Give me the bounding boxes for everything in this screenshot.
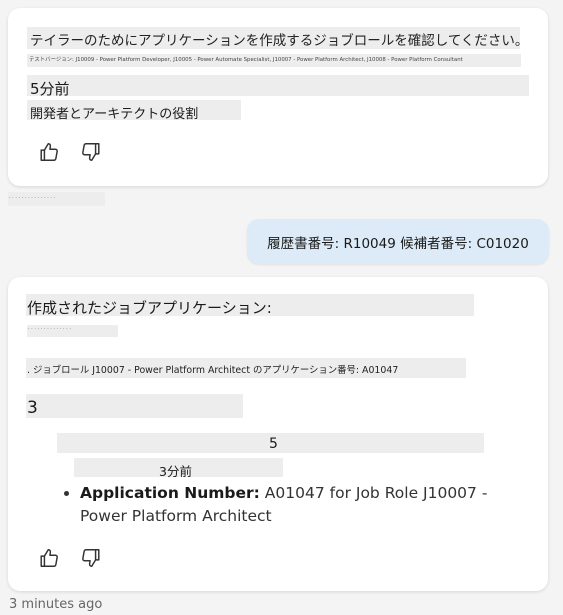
card1-caption: 開発者とアーキテクトの役割	[30, 107, 199, 122]
card2-number-b: 5	[269, 436, 278, 452]
list-item: Application Number: A01047 for Job Role …	[80, 482, 510, 528]
thumbs-up-icon[interactable]	[36, 139, 62, 165]
user-message-bubble: 履歴書番号: R10049 候補者番号: C01020	[247, 219, 549, 264]
card2-number-a: 3	[27, 398, 38, 418]
application-number-label: Application Number:	[80, 484, 260, 502]
number-a-strip	[26, 394, 243, 418]
card2-time: 3分前	[159, 464, 192, 479]
thumbs-down-icon[interactable]	[78, 545, 104, 571]
time-strip	[27, 75, 529, 96]
thumbs-up-icon[interactable]	[36, 545, 62, 571]
card1-headline: テイラーのためにアプリケーションを作成するジョブロールを確認してください。	[30, 33, 529, 49]
application-details-list: Application Number: A01047 for Job Role …	[62, 482, 510, 528]
message-timestamp: 3 minutes ago	[9, 597, 103, 612]
card2-small-note: · · · · · · · · · · · · · ·	[28, 326, 71, 332]
chat-page: テイラーのためにアプリケーションを作成するジョブロールを確認してください。 テス…	[0, 0, 563, 615]
thumbs-down-icon[interactable]	[78, 139, 104, 165]
card1-time: 5分前	[30, 80, 70, 98]
card2-title: 作成されたジョブアプリケーション:	[27, 299, 272, 317]
card1-subline: テストバージョン: J10009 - Power Platform Develo…	[29, 57, 463, 63]
between-note: · · · · · · · · · · · · · · ·	[9, 195, 56, 201]
user-message-text: 履歴書番号: R10049 候補者番号: C01020	[267, 235, 529, 252]
card2-line: . ジョブロール J10007 - Power Platform Archite…	[27, 365, 399, 376]
